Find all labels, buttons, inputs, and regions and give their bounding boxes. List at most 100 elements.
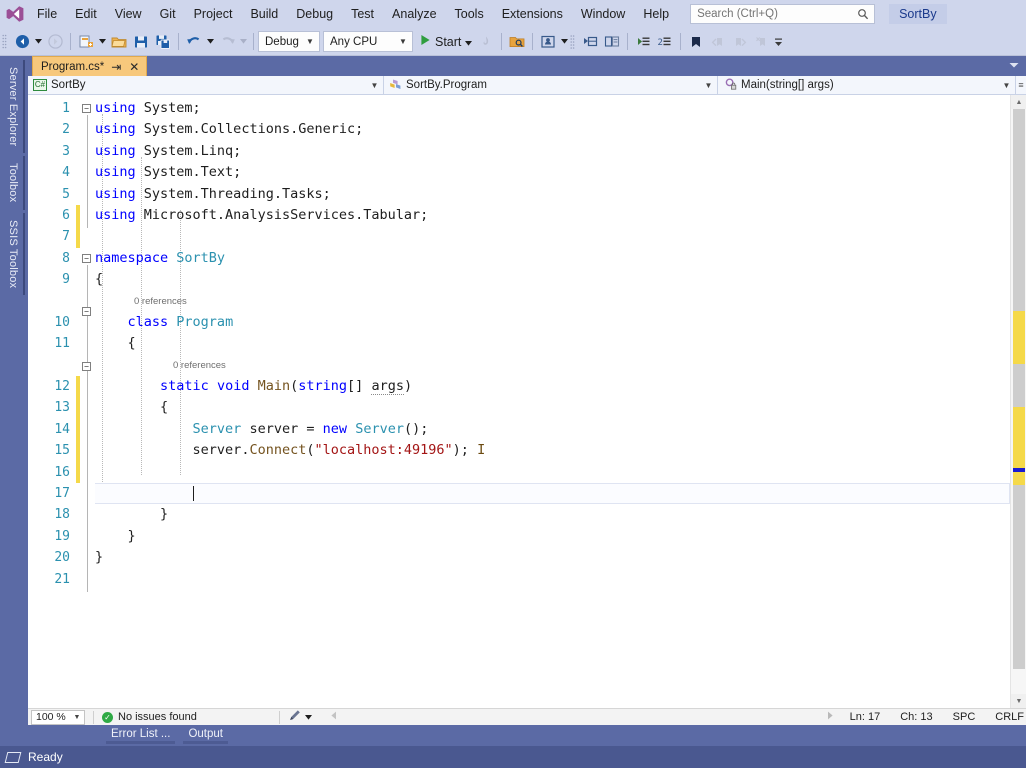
new-item-icon[interactable] [75,31,97,53]
toolbar-overflow-icon[interactable] [773,37,784,47]
sidebar-item-server-explorer[interactable]: Server Explorer [3,60,25,154]
step-into-icon[interactable] [579,31,601,53]
fold-toggle-namespace[interactable]: − [82,254,91,263]
editor-vertical-scrollbar[interactable]: ▲ ▼ [1010,95,1026,708]
search-input[interactable] [697,8,857,20]
menu-item-extensions[interactable]: Extensions [493,2,572,27]
tab-error-list[interactable]: Error List ... [104,725,177,744]
code-line[interactable]: using System.Linq; [95,141,1010,162]
solution-platform-select[interactable]: Any CPU ▼ [323,31,413,52]
save-all-icon[interactable] [152,31,174,53]
live-share-dropdown-icon[interactable] [559,39,570,44]
code-line[interactable]: class Program [95,312,1010,333]
start-dropdown-icon[interactable] [465,33,473,51]
menu-item-help[interactable]: Help [634,2,678,27]
code-line[interactable]: static void Main(string[] args) [95,376,1010,397]
code-line[interactable]: using System.Text; [95,162,1010,183]
code-line[interactable] [95,569,1010,590]
sidebar-item-ssis-toolbox[interactable]: SSIS Toolbox [3,212,25,295]
drag-grip-icon[interactable] [2,33,11,51]
comment-selection-icon[interactable]: 2 [654,31,676,53]
scroll-left-icon[interactable] [330,711,338,723]
code-editor-surface[interactable]: 1 2 3 4 5 6 7 8 9 10 11 12 13 14 15 16 1… [28,95,1026,708]
chevron-down-icon[interactable]: ▼ [70,714,84,721]
close-icon[interactable]: ✕ [128,61,140,73]
code-line[interactable]: Server server = new Server(); [95,419,1010,440]
menu-item-test[interactable]: Test [342,2,383,27]
menu-item-tools[interactable]: Tools [446,2,493,27]
code-lens-references[interactable]: 0 references [95,291,1010,312]
navbar-overflow-icon[interactable]: ≡ [1016,76,1026,94]
outlining-margin[interactable]: − − − − [81,95,95,708]
menu-item-build[interactable]: Build [241,2,287,27]
code-line[interactable]: using Microsoft.AnalysisServices.Tabular… [95,205,1010,226]
tab-overflow-icon[interactable] [1006,55,1022,73]
code-line[interactable]: { [95,269,1010,290]
fold-toggle-method[interactable]: − [82,362,91,371]
code-line[interactable]: namespace SortBy [95,248,1010,269]
step-over-icon[interactable] [601,31,623,53]
menu-item-project[interactable]: Project [185,2,242,27]
code-line-current[interactable] [95,483,1010,505]
line-ending-indicator[interactable]: CRLF [985,711,1026,723]
code-lens-references[interactable]: 0 references [95,355,1010,376]
issues-status[interactable]: ✓ No issues found [102,711,197,723]
scroll-up-icon[interactable]: ▲ [1011,95,1026,109]
code-line[interactable]: using System.Threading.Tasks; [95,184,1010,205]
chevron-down-icon[interactable]: ▼ [303,37,317,46]
document-tab-program-cs[interactable]: Program.cs* ⇥ ✕ [32,56,148,76]
fold-toggle-using-block[interactable]: − [82,104,91,113]
navbar-member-select[interactable]: Main(string[] args) ▼ [718,76,1016,94]
code-line[interactable]: } [95,504,1010,525]
navigate-back-icon[interactable] [11,31,33,53]
code-text-area[interactable]: using System; using System.Collections.G… [95,95,1010,708]
chevron-down-icon[interactable] [304,711,312,723]
code-line[interactable]: using System.Collections.Generic; [95,119,1010,140]
menu-item-git[interactable]: Git [151,2,185,27]
menu-item-file[interactable]: File [28,2,66,27]
bookmark-icon[interactable] [685,31,707,53]
new-item-dropdown-icon[interactable] [97,39,108,44]
increase-indent-icon[interactable] [632,31,654,53]
navbar-type-select[interactable]: SortBy.Program ▼ [384,76,718,94]
toolbar-grip-icon[interactable] [570,33,579,51]
menu-item-edit[interactable]: Edit [66,2,106,27]
navbar-project-select[interactable]: C# SortBy ▼ [28,76,384,94]
chevron-down-icon[interactable]: ▼ [1000,81,1013,90]
code-line[interactable] [95,226,1010,247]
pin-icon[interactable]: ⇥ [110,61,122,73]
scroll-right-icon[interactable] [820,711,840,723]
indentation-indicator[interactable]: SPC [943,711,986,723]
open-file-icon[interactable] [108,31,130,53]
pen-icon[interactable] [288,709,301,725]
scroll-down-icon[interactable]: ▼ [1011,694,1026,708]
navigate-back-dropdown-icon[interactable] [33,39,44,44]
undo-icon[interactable] [183,31,205,53]
code-line[interactable]: { [95,333,1010,354]
preview-changes-icon[interactable] [506,31,528,53]
chevron-down-icon[interactable]: ▼ [368,81,381,90]
code-line[interactable]: server.Connect("localhost:49196"); I [95,440,1010,461]
pen-tool[interactable] [288,709,312,725]
code-line[interactable]: } [95,526,1010,547]
fold-toggle-class[interactable]: − [82,307,91,316]
scrollbar-thumb[interactable] [1013,109,1025,669]
menu-item-debug[interactable]: Debug [287,2,342,27]
caret-column-indicator[interactable]: Ch: 13 [890,711,942,723]
menu-item-view[interactable]: View [106,2,151,27]
quick-launch-search[interactable] [690,4,876,24]
undo-dropdown-icon[interactable] [205,39,216,44]
caret-line-indicator[interactable]: Ln: 17 [840,711,891,723]
code-line[interactable]: } [95,547,1010,568]
menu-item-window[interactable]: Window [572,2,634,27]
code-line[interactable]: { [95,397,1010,418]
tab-output[interactable]: Output [181,725,230,744]
chevron-down-icon[interactable]: ▼ [702,81,715,90]
code-line[interactable] [95,462,1010,483]
menu-item-analyze[interactable]: Analyze [383,2,445,27]
sidebar-item-toolbox[interactable]: Toolbox [3,156,25,210]
live-share-icon[interactable] [537,31,559,53]
build-configuration-select[interactable]: Debug ▼ [258,31,320,52]
search-icon[interactable] [856,8,870,20]
save-icon[interactable] [130,31,152,53]
